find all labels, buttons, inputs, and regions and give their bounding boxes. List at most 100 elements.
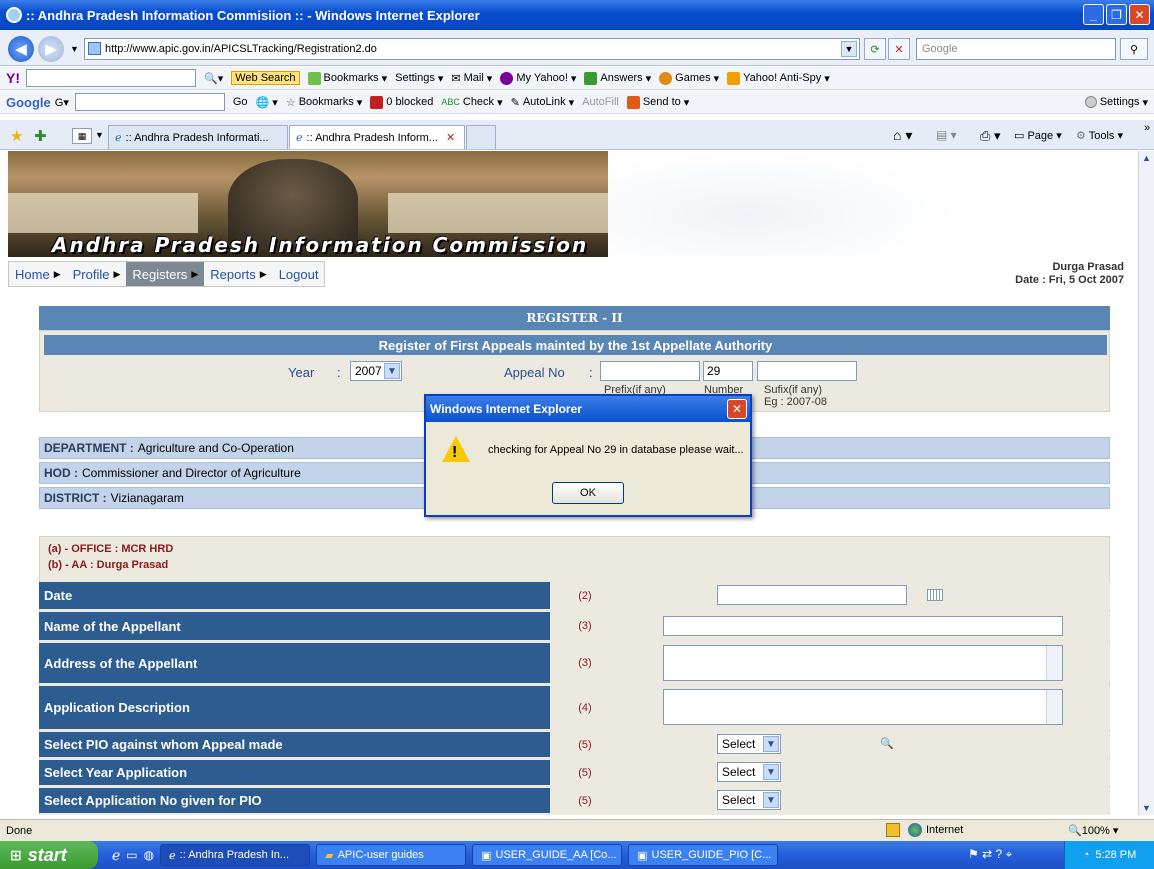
menu-registers[interactable]: Registers ▶ (126, 262, 205, 286)
yahoo-web-search-button[interactable]: Web Search (231, 71, 300, 85)
quick-launch-ie-icon[interactable]: ℯ (112, 847, 120, 864)
globe-icon (908, 823, 922, 837)
quick-launch-desktop-icon[interactable]: ▭ (126, 848, 137, 862)
application-description-textarea[interactable] (663, 689, 1063, 725)
textarea-scrollbar[interactable] (1046, 690, 1062, 724)
yahoo-answers[interactable]: Answers ▾ (584, 71, 651, 85)
maximize-button[interactable]: ❐ (1106, 4, 1127, 25)
map-watermark (608, 151, 958, 257)
search-input[interactable]: Google (916, 38, 1116, 60)
url-dropdown-icon[interactable]: ▼ (841, 41, 857, 57)
menu-home[interactable]: Home ▶ (9, 262, 67, 286)
field-label-appellant-address: Address of the Appellant (39, 643, 550, 683)
close-tab-icon[interactable]: ✕ (446, 131, 455, 144)
yahoo-bookmarks[interactable]: Bookmarks ▾ (307, 71, 387, 85)
menu-profile[interactable]: Profile ▶ (67, 262, 127, 286)
forward-button[interactable]: ▶ (38, 36, 64, 62)
print-icon[interactable]: ⎙ ▾ (980, 128, 1001, 144)
appeal-prefix-input[interactable] (600, 361, 700, 381)
aa-label: (b) - AA : Durga Prasad (48, 559, 169, 571)
pio-select[interactable]: Select ▼ (717, 734, 781, 754)
field-label-date: Date (39, 582, 550, 609)
chevron-down-icon: ▼ (384, 363, 400, 379)
field-label-application-description: Application Description (39, 686, 550, 729)
yahoo-mail[interactable]: ✉ Mail ▾ (451, 72, 492, 85)
dialog-close-button[interactable]: ✕ (727, 399, 747, 419)
scroll-down-icon[interactable]: ▼ (1142, 803, 1151, 813)
google-spell-check[interactable]: ABC Check ▾ (441, 96, 502, 109)
appellant-address-textarea[interactable] (663, 645, 1063, 681)
close-window-button[interactable]: ✕ (1129, 4, 1150, 25)
quick-launch-browser-icon[interactable]: ◍ (144, 848, 154, 862)
zoom-level[interactable]: 🔍100% ▾ (1068, 824, 1118, 837)
google-bookmarks[interactable]: ☆ Bookmarks ▾ (286, 96, 362, 109)
menu-logout[interactable]: Logout (273, 262, 325, 286)
more-chevron-icon[interactable]: » (1144, 122, 1150, 134)
tab-2[interactable]: ℯ:: Andhra Pradesh Inform... ✕ (289, 125, 465, 149)
google-settings[interactable]: Settings ▾ (1084, 96, 1148, 109)
yahoo-anti-spy[interactable]: Yahoo! Anti-Spy ▾ (727, 71, 830, 85)
ok-button[interactable]: OK (552, 482, 624, 504)
field-num: (3) (553, 612, 617, 640)
google-search-input[interactable] (74, 93, 225, 111)
google-go-button[interactable]: Go (233, 96, 248, 108)
add-favorites-icon[interactable]: ✚ (34, 127, 47, 145)
yahoo-search-dropdown-icon[interactable]: 🔍▾ (204, 72, 223, 85)
tray-icons[interactable]: ⚑ ⇄ ? ⌖ (968, 847, 1012, 862)
tools-gear-icon: ⚙ (1076, 130, 1089, 142)
url-input[interactable]: http://www.apic.gov.in/APICSLTracking/Re… (84, 38, 860, 60)
taskbar-item-word-aa[interactable]: ▣ USER_GUIDE_AA [Co... (472, 844, 623, 866)
application-year-select[interactable]: Select ▼ (717, 762, 781, 782)
yahoo-toolbar: Y! 🔍▾ Web Search Bookmarks ▾ Settings ▾ … (0, 67, 1154, 90)
start-button[interactable]: ⊞ start (0, 841, 98, 869)
textarea-scrollbar[interactable] (1046, 646, 1062, 680)
google-extra-icons[interactable]: 🌐 ▾ (256, 96, 278, 109)
stop-button[interactable]: ✕ (888, 38, 910, 60)
window-title-bar: :: Andhra Pradesh Information Commisiion… (0, 0, 1154, 30)
google-popup-blocker[interactable]: 0 blocked (370, 95, 433, 109)
calendar-icon[interactable] (927, 589, 943, 601)
taskbar-item-folder[interactable]: ▰ APIC-user guides (316, 844, 467, 866)
date-input[interactable] (717, 585, 907, 605)
quick-tabs-icon[interactable]: ▦ (72, 128, 92, 144)
tools-menu[interactable]: ⚙ Tools ▾ (1076, 129, 1123, 142)
yahoo-settings[interactable]: Settings ▾ (395, 72, 443, 85)
refresh-button[interactable]: ⟳ (864, 38, 886, 60)
taskbar-item-ie[interactable]: ℯ:: Andhra Pradesh In... (160, 844, 311, 866)
appellant-name-input[interactable] (663, 616, 1063, 636)
zoom-icon: 🔍 (1068, 825, 1082, 837)
year-select[interactable]: 2007 ▼ (350, 361, 402, 381)
my-yahoo[interactable]: My Yahoo! ▾ (500, 71, 576, 85)
tab-1[interactable]: ℯ:: Andhra Pradesh Informati... (108, 125, 288, 149)
minimize-button[interactable]: _ (1083, 4, 1104, 25)
appeal-number-input[interactable]: 29 (703, 361, 753, 381)
protected-mode-icon[interactable] (886, 823, 900, 837)
appeal-suffix-input[interactable] (757, 361, 857, 381)
home-icon[interactable]: ⌂ ▾ (893, 127, 912, 144)
taskbar-item-word-pio[interactable]: ▣ USER_GUIDE_PIO [C... (628, 844, 779, 866)
windows-logo-icon: ⊞ (10, 846, 22, 863)
page-menu[interactable]: ▭ Page ▾ (1014, 129, 1062, 142)
application-no-select[interactable]: Select ▼ (717, 790, 781, 810)
history-dropdown-icon[interactable]: ▼ (70, 44, 79, 54)
status-text: Done (6, 824, 33, 837)
google-logo: Google (6, 94, 51, 110)
search-icon[interactable]: ⚲ (1120, 38, 1148, 60)
google-autolink[interactable]: ✎ AutoLink ▾ (511, 96, 575, 109)
back-button[interactable]: ◀ (8, 36, 34, 62)
google-autofill[interactable]: AutoFill (582, 96, 619, 108)
search-icon[interactable]: 🔍 (880, 737, 894, 750)
tab-list-dropdown-icon[interactable]: ▼ (95, 130, 104, 140)
new-tab-button[interactable] (466, 125, 496, 149)
google-send-to[interactable]: Send to ▾ (626, 95, 689, 109)
yahoo-logo-icon[interactable]: Y! (6, 70, 20, 86)
favorites-star-icon[interactable]: ★ (10, 127, 23, 145)
feeds-icon[interactable]: ▤ ▾ (936, 128, 957, 142)
security-zone[interactable]: Internet (908, 823, 963, 837)
google-g-icon[interactable]: G▾ (55, 96, 69, 109)
menu-reports[interactable]: Reports ▶ (204, 262, 272, 286)
page-scrollbar[interactable]: ▲ ▼ (1138, 151, 1154, 815)
scroll-up-icon[interactable]: ▲ (1142, 153, 1151, 163)
yahoo-search-input[interactable] (26, 69, 196, 87)
yahoo-games[interactable]: Games ▾ (659, 71, 719, 85)
